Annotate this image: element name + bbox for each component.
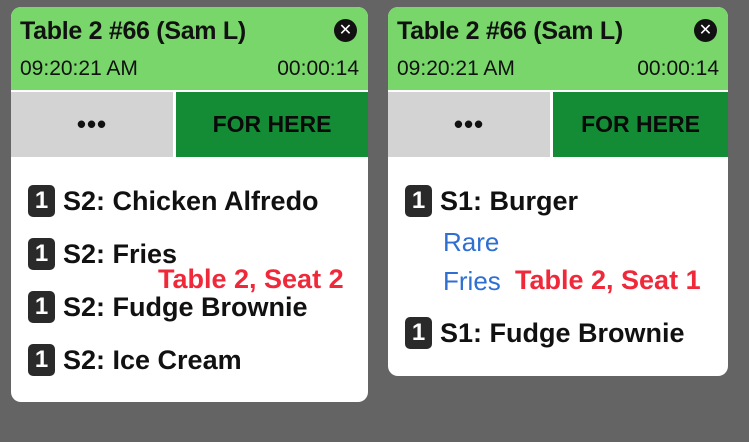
ticket-header: Table 2 #66 (Sam L) ✕ 09:20:21 AM 00:00:… bbox=[11, 7, 368, 90]
item-name: S1: Burger bbox=[440, 185, 579, 216]
close-icon[interactable]: ✕ bbox=[694, 19, 717, 42]
item-quantity: 1 bbox=[28, 238, 55, 270]
ticket-item[interactable]: 1 S2: Ice Cream bbox=[28, 344, 242, 376]
seat-note: Table 2, Seat 1 bbox=[515, 265, 701, 295]
ticket-actions: ••• FOR HERE bbox=[388, 90, 728, 157]
close-icon[interactable]: ✕ bbox=[334, 19, 357, 42]
ticket-item[interactable]: 1 S1: Burger bbox=[405, 185, 578, 217]
item-name: S2: Ice Cream bbox=[63, 344, 242, 375]
ticket-elapsed-timer: 00:00:14 bbox=[277, 57, 359, 80]
ticket-item[interactable]: 1 S2: Chicken Alfredo bbox=[28, 185, 319, 217]
ticket-item[interactable]: 1 S2: Fries bbox=[28, 238, 177, 270]
item-name: S1: Fudge Brownie bbox=[440, 317, 685, 348]
ticket-elapsed-timer: 00:00:14 bbox=[637, 57, 719, 80]
item-quantity: 1 bbox=[405, 317, 432, 349]
order-type-button[interactable]: FOR HERE bbox=[553, 92, 728, 157]
more-options-button[interactable]: ••• bbox=[11, 92, 173, 157]
item-modifier: Rare bbox=[443, 227, 500, 257]
item-quantity: 1 bbox=[28, 185, 55, 217]
item-quantity: 1 bbox=[405, 185, 432, 217]
ticket-item[interactable]: 1 S2: Fudge Brownie bbox=[28, 291, 308, 323]
item-quantity: 1 bbox=[28, 344, 55, 376]
item-modifier: Fries bbox=[443, 266, 501, 296]
ticket-header: Table 2 #66 (Sam L) ✕ 09:20:21 AM 00:00:… bbox=[388, 7, 728, 90]
order-ticket: Table 2 #66 (Sam L) ✕ 09:20:21 AM 00:00:… bbox=[11, 7, 368, 402]
ticket-actions: ••• FOR HERE bbox=[11, 90, 368, 157]
order-ticket: Table 2 #66 (Sam L) ✕ 09:20:21 AM 00:00:… bbox=[388, 7, 728, 376]
order-type-button[interactable]: FOR HERE bbox=[176, 92, 368, 157]
ticket-time: 09:20:21 AM bbox=[397, 57, 515, 80]
ticket-title: Table 2 #66 (Sam L) bbox=[397, 17, 623, 45]
more-options-button[interactable]: ••• bbox=[388, 92, 550, 157]
ticket-title: Table 2 #66 (Sam L) bbox=[20, 17, 246, 45]
item-name: S2: Fudge Brownie bbox=[63, 291, 308, 322]
ticket-time: 09:20:21 AM bbox=[20, 57, 138, 80]
item-quantity: 1 bbox=[28, 291, 55, 323]
ticket-item[interactable]: 1 S1: Fudge Brownie bbox=[405, 317, 685, 349]
item-name: S2: Chicken Alfredo bbox=[63, 185, 319, 216]
